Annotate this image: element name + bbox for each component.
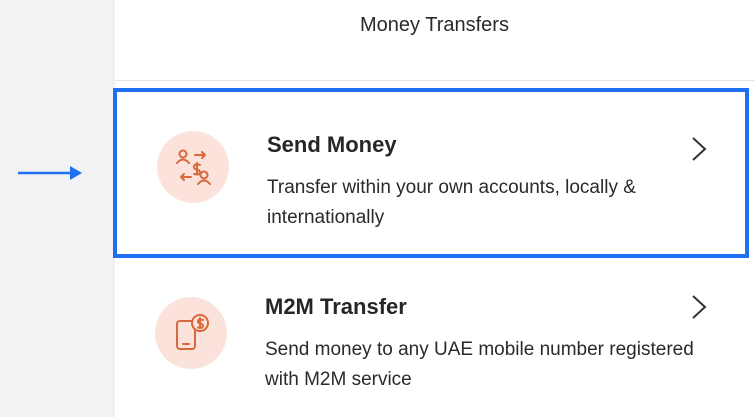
chevron-right-icon bbox=[692, 137, 707, 161]
mobile-money-icon bbox=[155, 297, 227, 369]
send-money-item[interactable]: Send Money Transfer within your own acco… bbox=[113, 88, 749, 258]
send-money-title: Send Money bbox=[267, 132, 397, 157]
m2m-transfer-item[interactable]: M2M Transfer Send money to any UAE mobil… bbox=[115, 270, 754, 417]
m2m-transfer-description: Send money to any UAE mobile number regi… bbox=[265, 339, 694, 390]
send-money-description: Transfer within your own accounts, local… bbox=[267, 177, 636, 228]
page-header: Money Transfers bbox=[115, 0, 754, 81]
chevron-right-icon bbox=[692, 295, 707, 319]
transfer-people-icon bbox=[157, 131, 229, 203]
m2m-transfer-title: M2M Transfer bbox=[265, 294, 407, 319]
page-title: Money Transfers bbox=[360, 14, 509, 36]
money-transfers-panel: Money Transfers Send Money Transfer with… bbox=[113, 0, 754, 417]
pointer-arrow-icon bbox=[18, 166, 82, 180]
